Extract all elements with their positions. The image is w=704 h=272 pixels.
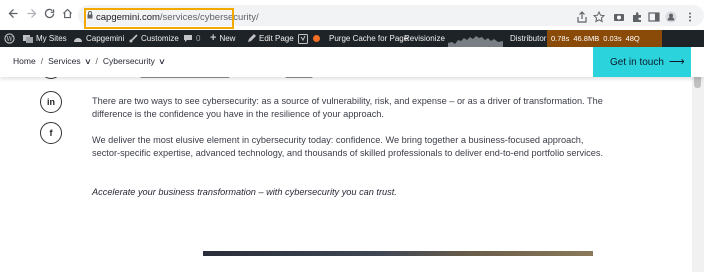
seo-status-dot — [313, 35, 321, 43]
extensions-icon[interactable] — [631, 11, 643, 23]
dashboard-icon — [74, 38, 82, 43]
revisionize-link[interactable]: Revisionize — [404, 30, 445, 47]
site-name-label: Capgemini — [86, 34, 125, 43]
comments-link[interactable]: 0 — [183, 30, 200, 47]
my-sites-label: My Sites — [36, 34, 67, 43]
get-in-touch-button[interactable]: Get in touch ⟶ — [593, 47, 691, 77]
camera-icon[interactable] — [613, 11, 625, 23]
new-content-menu[interactable]: + New — [210, 30, 235, 47]
purge-cache-link[interactable]: Purge Cache for Page — [329, 30, 408, 47]
plus-icon: + — [210, 32, 217, 45]
query-time: 0.03s — [603, 34, 622, 43]
edit-page-label: Edit Page — [259, 34, 294, 43]
linkedin-icon: in — [47, 97, 55, 107]
browser-toolbar: capgemini.com/services/cybersecurity/ — [0, 0, 704, 30]
url-highlight-box — [84, 8, 234, 29]
chevron-down-icon[interactable]: ∨ — [158, 57, 166, 66]
home-icon[interactable] — [59, 7, 75, 23]
tagline-paragraph: Accelerate your business transformation … — [92, 187, 397, 197]
breadcrumb-cybersecurity[interactable]: Cybersecurity — [103, 56, 155, 66]
intro-paragraph: There are two ways to see cybersecurity:… — [92, 96, 603, 119]
page-time: 0.78s — [551, 34, 570, 43]
site-name-menu[interactable]: Capgemini — [73, 30, 124, 47]
edit-page-link[interactable]: Edit Page — [247, 30, 294, 47]
comments-count: 0 — [196, 34, 201, 43]
new-label: New — [219, 34, 236, 43]
my-sites-icon — [23, 35, 33, 44]
hero-image-partial — [203, 251, 593, 256]
comment-bubble-icon — [184, 35, 192, 43]
paintbrush-icon — [129, 34, 138, 43]
pencil-icon — [248, 34, 256, 43]
forward-arrow-icon[interactable] — [23, 7, 39, 23]
star-icon[interactable] — [593, 11, 605, 23]
share-icon[interactable] — [576, 11, 588, 23]
yoast-icon — [298, 33, 308, 44]
body-paragraph: We deliver the most elusive element in c… — [92, 135, 604, 158]
distributor-label: Distributor — [510, 34, 547, 43]
linkedin-share-button[interactable]: in — [40, 91, 62, 113]
distributor-menu[interactable]: Distributor — [510, 30, 546, 47]
chevron-down-icon[interactable]: ∨ — [84, 57, 92, 66]
svg-text:W: W — [6, 35, 13, 43]
purge-cache-label: Purge Cache for Page — [329, 34, 409, 43]
memory-usage: 46.8MB — [573, 34, 600, 43]
query-monitor-stats[interactable]: 0.78s 46.8MB 0.03s 48Q — [547, 30, 662, 47]
side-panel-icon[interactable] — [648, 11, 660, 23]
reload-icon[interactable] — [41, 7, 57, 23]
query-count: 48Q — [625, 34, 640, 43]
revisionize-label: Revisionize — [404, 34, 445, 43]
get-in-touch-label: Get in touch — [610, 57, 664, 68]
breadcrumb-home[interactable]: Home — [13, 56, 36, 66]
back-arrow-icon[interactable] — [5, 7, 21, 23]
arrow-right-icon: ⟶ — [668, 56, 685, 68]
wordpress-logo-icon[interactable]: W — [4, 30, 18, 47]
breadcrumb-services[interactable]: Services — [48, 56, 81, 66]
breadcrumb: Home / Services ∨ / Cybersecurity ∨ — [13, 56, 166, 66]
customize-link[interactable]: Customize — [129, 30, 179, 47]
yoast-seo-menu[interactable] — [298, 30, 321, 47]
customize-label: Customize — [141, 34, 179, 43]
facebook-icon: f — [49, 128, 53, 138]
profile-avatar-icon[interactable] — [665, 11, 677, 23]
menu-kebab-icon[interactable] — [684, 11, 696, 23]
my-sites-menu[interactable]: My Sites — [23, 30, 67, 47]
facebook-share-button[interactable]: f — [40, 122, 62, 144]
